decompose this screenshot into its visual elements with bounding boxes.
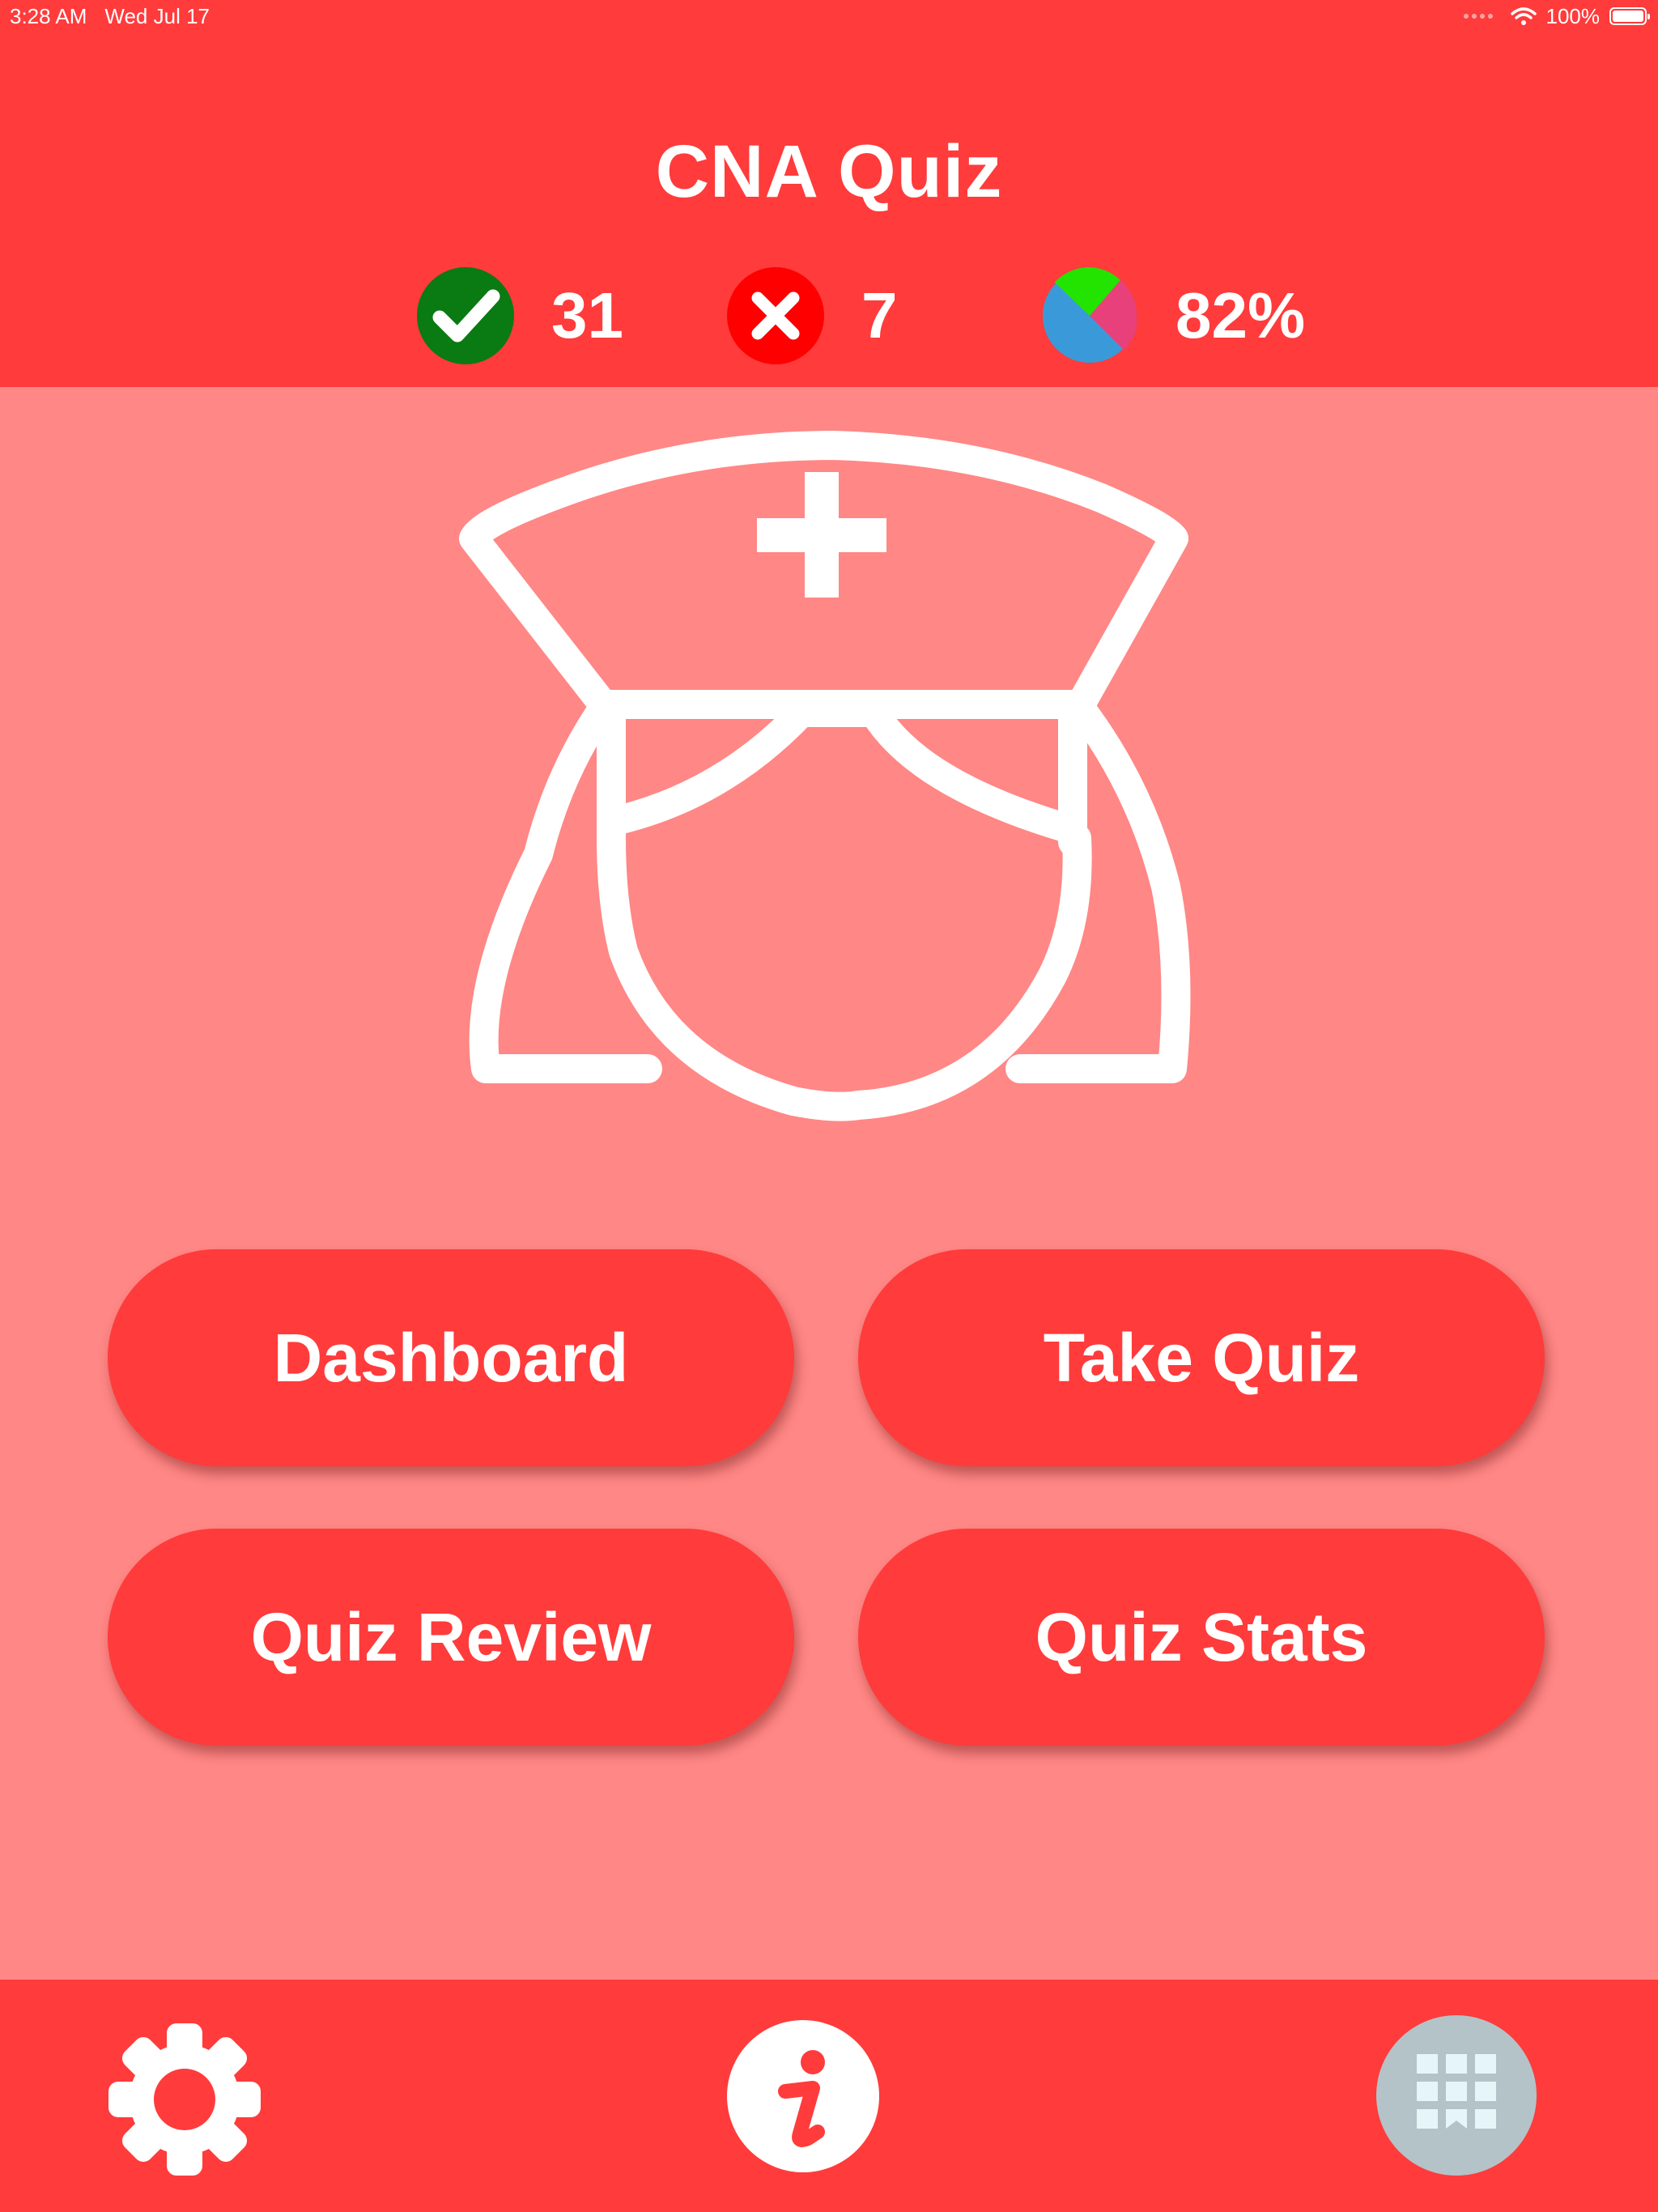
status-bar: 3:28 AM Wed Jul 17 100% [0,0,1658,32]
more-apps-button[interactable] [1376,2015,1537,2176]
wrong-count-stat: 7 [727,267,898,364]
info-icon [778,2050,825,2147]
score-percent-stat: 82% [1041,267,1305,364]
x-mark-icon [727,267,824,364]
correct-count-stat: 31 [417,267,623,364]
wifi-icon [1510,7,1537,25]
app-title: CNA Quiz [655,130,1003,213]
battery-percent: 100% [1545,3,1601,28]
status-date: Wed Jul 17 [104,3,210,28]
quiz-stats-button[interactable]: Quiz Stats [858,1529,1545,1746]
battery-icon [1609,7,1650,25]
wrong-count: 7 [861,279,898,351]
checkmark-icon [417,267,514,364]
gear-icon [108,2023,261,2176]
settings-button[interactable] [105,2020,264,2179]
quiz-review-button[interactable]: Quiz Review [108,1529,794,1746]
correct-count: 31 [551,279,623,351]
pie-chart-icon [1041,267,1138,364]
info-button[interactable] [727,2020,879,2172]
take-quiz-button[interactable]: Take Quiz [858,1249,1545,1466]
status-right: 100% [1463,3,1658,29]
stats-row: 31 7 82% [0,267,1658,364]
footer-bar [0,1980,1658,2212]
status-time: 3:28 AM [10,3,87,28]
nurse-icon [453,417,1198,1121]
header-bar: CNA Quiz 31 7 82% [0,0,1658,387]
dashboard-button[interactable]: Dashboard [108,1249,794,1466]
app-grid-icon [1417,2054,1496,2129]
cellular-signal-icon [1463,14,1493,19]
status-left: 3:28 AM Wed Jul 17 [0,4,210,29]
score-percent: 82% [1175,279,1306,351]
